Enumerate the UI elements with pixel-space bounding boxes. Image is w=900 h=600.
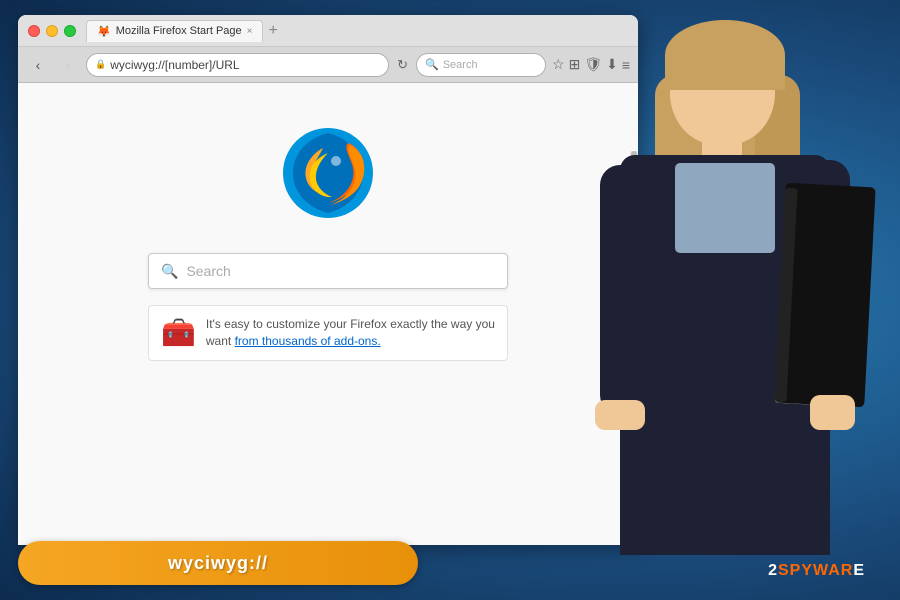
browser-window: 🦊 Mozilla Firefox Start Page × + ‹ › 🔒 w… — [18, 15, 638, 545]
firefox-tab-icon: 🦊 — [97, 25, 111, 38]
tab-area: 🦊 Mozilla Firefox Start Page × + — [86, 20, 628, 42]
hand-right — [810, 395, 855, 430]
addon-text: It's easy to customize your Firefox exac… — [206, 316, 495, 350]
active-tab[interactable]: 🦊 Mozilla Firefox Start Page × — [86, 20, 263, 42]
refresh-button[interactable]: ↻ — [397, 57, 408, 73]
bottom-banner: wyciwyg:// — [18, 541, 418, 585]
browser-content: 🔍 Search 🧰 It's easy to customize your F… — [18, 83, 638, 545]
page-search-placeholder: Search — [186, 263, 230, 279]
addon-promo: 🧰 It's easy to customize your Firefox ex… — [148, 305, 508, 361]
url-text: wyciwyg://[number]/URL — [110, 58, 239, 72]
person-figure — [560, 0, 900, 560]
new-tab-button[interactable]: + — [268, 22, 277, 40]
traffic-lights — [28, 25, 76, 37]
nav-bar: ‹ › 🔒 wyciwyg://[number]/URL ↻ 🔍 Search … — [18, 47, 638, 83]
addon-link[interactable]: from thousands of add-ons. — [235, 334, 381, 348]
minimize-button[interactable] — [46, 25, 58, 37]
page-search-icon: 🔍 — [161, 263, 178, 280]
left-arm — [600, 165, 665, 415]
addon-toolbox-icon: 🧰 — [161, 316, 196, 349]
url-icon: 🔒 — [95, 59, 106, 70]
tab-title: Mozilla Firefox Start Page — [116, 25, 242, 37]
nav-search-placeholder: Search — [443, 59, 478, 71]
shirt — [675, 163, 775, 253]
banner-text: wyciwyg:// — [168, 553, 268, 574]
nav-search-bar[interactable]: 🔍 Search — [416, 53, 546, 77]
back-button[interactable]: ‹ — [26, 53, 50, 77]
nav-search-icon: 🔍 — [425, 58, 439, 71]
spyware-text: 2SPYWARE — [768, 562, 865, 579]
hand-left — [595, 400, 645, 430]
page-search-box[interactable]: 🔍 Search — [148, 253, 508, 289]
person-body-container — [570, 5, 880, 560]
url-bar[interactable]: 🔒 wyciwyg://[number]/URL — [86, 53, 389, 77]
firefox-logo — [278, 123, 378, 223]
spyware-watermark: 2SPYWARE — [768, 562, 865, 580]
close-button[interactable] — [28, 25, 40, 37]
maximize-button[interactable] — [64, 25, 76, 37]
forward-button[interactable]: › — [56, 53, 80, 77]
title-bar: 🦊 Mozilla Firefox Start Page × + — [18, 15, 638, 47]
tab-close-button[interactable]: × — [247, 26, 253, 37]
hair-top — [665, 20, 785, 90]
